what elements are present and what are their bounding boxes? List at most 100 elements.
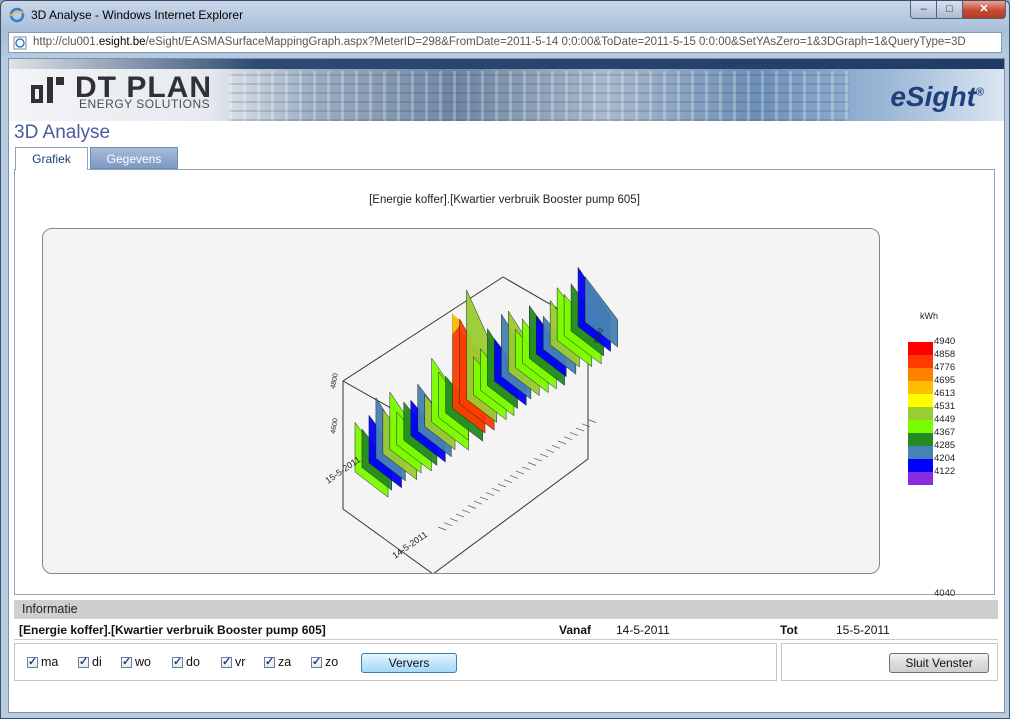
banner-stripe xyxy=(9,59,1004,69)
banner-photo xyxy=(229,71,849,121)
colorbar-unit: kWh xyxy=(920,311,938,321)
day-label-za: za xyxy=(278,655,292,669)
address-bar[interactable]: http://clu001.esight.be/eSight/EASMASurf… xyxy=(8,32,1002,53)
esight-brand: eSight® xyxy=(890,81,984,113)
day-filter: ma di wo do vr za zo Ververs xyxy=(14,643,777,681)
checkbox-wo[interactable] xyxy=(121,655,132,668)
tot-value: 15-5-2011 xyxy=(836,623,890,637)
dtplan-logo-icon xyxy=(31,77,64,103)
day-label-wo: wo xyxy=(135,655,151,669)
day-label-di: di xyxy=(92,655,102,669)
colorbar-legend: 4940 4858 4776 4695 4613 4531 4449 4367 4285 4204… xyxy=(908,336,968,485)
brand-mark: ® xyxy=(975,86,984,99)
time-axis-tick xyxy=(449,518,459,522)
colorbar-swatch xyxy=(908,407,933,420)
day-label-vr: vr xyxy=(235,655,246,669)
time-axis-tick xyxy=(575,427,585,432)
colorbar-label: 4613 xyxy=(934,388,956,399)
chart-panel: [Energie koffer].[Kwartier verbruik Boos… xyxy=(14,169,995,599)
colorbar-label: 4285 xyxy=(934,440,956,451)
page-icon xyxy=(13,36,27,50)
colorbar-swatch xyxy=(908,472,933,485)
minimize-button[interactable]: – xyxy=(910,1,937,19)
close-window-button[interactable]: ✕ xyxy=(962,1,1006,19)
time-axis-tick xyxy=(497,483,507,488)
checkbox-zo[interactable] xyxy=(311,655,322,668)
checkbox-ma[interactable] xyxy=(27,655,38,668)
time-axis-tick xyxy=(443,522,453,527)
day-label-do: do xyxy=(186,655,200,669)
url-prefix: http://clu001. xyxy=(33,36,99,48)
time-axis-tick xyxy=(461,509,471,514)
refresh-button[interactable]: Ververs xyxy=(361,653,457,673)
plot-frame-edge xyxy=(433,458,589,573)
meter-name: [Energie koffer].[Kwartier verbruik Boos… xyxy=(19,623,326,637)
time-axis-tick xyxy=(521,466,531,471)
colorbar-swatch xyxy=(908,433,933,446)
browser-window: 3D Analyse - Windows Internet Explorer –… xyxy=(0,0,1010,719)
time-axis-tick xyxy=(539,453,549,458)
colorbar-label: 4122 xyxy=(934,466,956,477)
time-axis-tick xyxy=(473,500,483,505)
colorbar-label: 4776 xyxy=(934,362,956,373)
colorbar-swatch xyxy=(908,446,933,459)
time-axis-tick xyxy=(485,492,495,496)
x-tick-label: 14-5-2011 xyxy=(390,529,429,560)
info-row: [Energie koffer].[Kwartier verbruik Boos… xyxy=(14,620,998,640)
checkbox-vr[interactable] xyxy=(221,655,232,668)
time-axis-tick xyxy=(503,479,513,484)
colorbar-label: 4858 xyxy=(934,349,956,360)
close-area: Sluit Venster xyxy=(781,643,998,681)
time-axis-tick xyxy=(545,449,555,453)
time-axis-tick xyxy=(491,487,501,492)
vanaf-value: 14-5-2011 xyxy=(616,623,670,637)
page-title: 3D Analyse xyxy=(14,122,111,143)
checkbox-di[interactable] xyxy=(78,655,89,668)
time-axis-tick xyxy=(569,432,579,436)
colorbar-min-label: 4040 xyxy=(934,588,956,599)
time-axis-tick xyxy=(455,513,465,518)
close-window-button-page[interactable]: Sluit Venster xyxy=(889,653,989,673)
colorbar-label: 4204 xyxy=(934,453,956,464)
plot-area: 4800 4600 5000 14-5-2011 15-5-2011 xyxy=(42,228,880,574)
time-axis-tick xyxy=(467,505,477,509)
colorbar-swatch xyxy=(908,381,933,394)
colorbar-label: 4531 xyxy=(934,401,956,412)
title-bar: 3D Analyse - Windows Internet Explorer –… xyxy=(1,1,1009,29)
time-axis-tick xyxy=(563,436,573,441)
tot-label: Tot xyxy=(780,623,798,637)
maximize-button[interactable]: □ xyxy=(936,1,963,19)
time-axis-tick xyxy=(581,423,591,428)
colorbar-swatch xyxy=(908,342,933,355)
time-axis-tick xyxy=(533,457,543,462)
surface-plot: 48004600500014-5-201115-5-2011 xyxy=(323,266,618,573)
tab-gegevens[interactable]: Gegevens xyxy=(90,147,178,169)
chart-title: [Energie koffer].[Kwartier verbruik Boos… xyxy=(369,194,640,206)
time-axis-tick xyxy=(515,470,525,475)
colorbar-label: 4449 xyxy=(934,414,956,425)
url-domain: esight.be xyxy=(98,36,146,48)
time-axis-tick xyxy=(437,526,447,531)
header-banner: DT PLAN ENERGY SOLUTIONS eSight® xyxy=(9,59,1004,121)
time-axis-tick xyxy=(557,440,567,445)
tab-grafiek[interactable]: Grafiek xyxy=(15,147,88,170)
logo-subtitle: ENERGY SOLUTIONS xyxy=(79,97,211,111)
day-label-ma: ma xyxy=(41,655,59,669)
checkbox-za[interactable] xyxy=(264,655,275,668)
time-axis-tick xyxy=(551,444,561,449)
colorbar-swatch xyxy=(908,459,933,472)
url-path: /eSight/EASMASurfaceMappingGraph.aspx?Me… xyxy=(145,36,966,48)
colorbar-swatch xyxy=(908,420,933,433)
colorbar-label: 4367 xyxy=(934,427,956,438)
page-content: DT PLAN ENERGY SOLUTIONS eSight® 3D Anal… xyxy=(8,58,1005,713)
colorbar-step: 4122 xyxy=(908,466,968,485)
brand-name: eSight xyxy=(890,81,976,112)
colorbar-label: 4940 xyxy=(934,336,956,347)
time-axis-tick xyxy=(527,462,537,466)
time-axis-tick xyxy=(479,496,489,501)
vanaf-label: Vanaf xyxy=(559,623,592,637)
address-url[interactable]: http://clu001.esight.be/eSight/EASMASurf… xyxy=(33,36,999,48)
checkbox-do[interactable] xyxy=(172,655,183,668)
colorbar-swatch xyxy=(908,355,933,368)
day-label-zo: zo xyxy=(325,655,339,669)
